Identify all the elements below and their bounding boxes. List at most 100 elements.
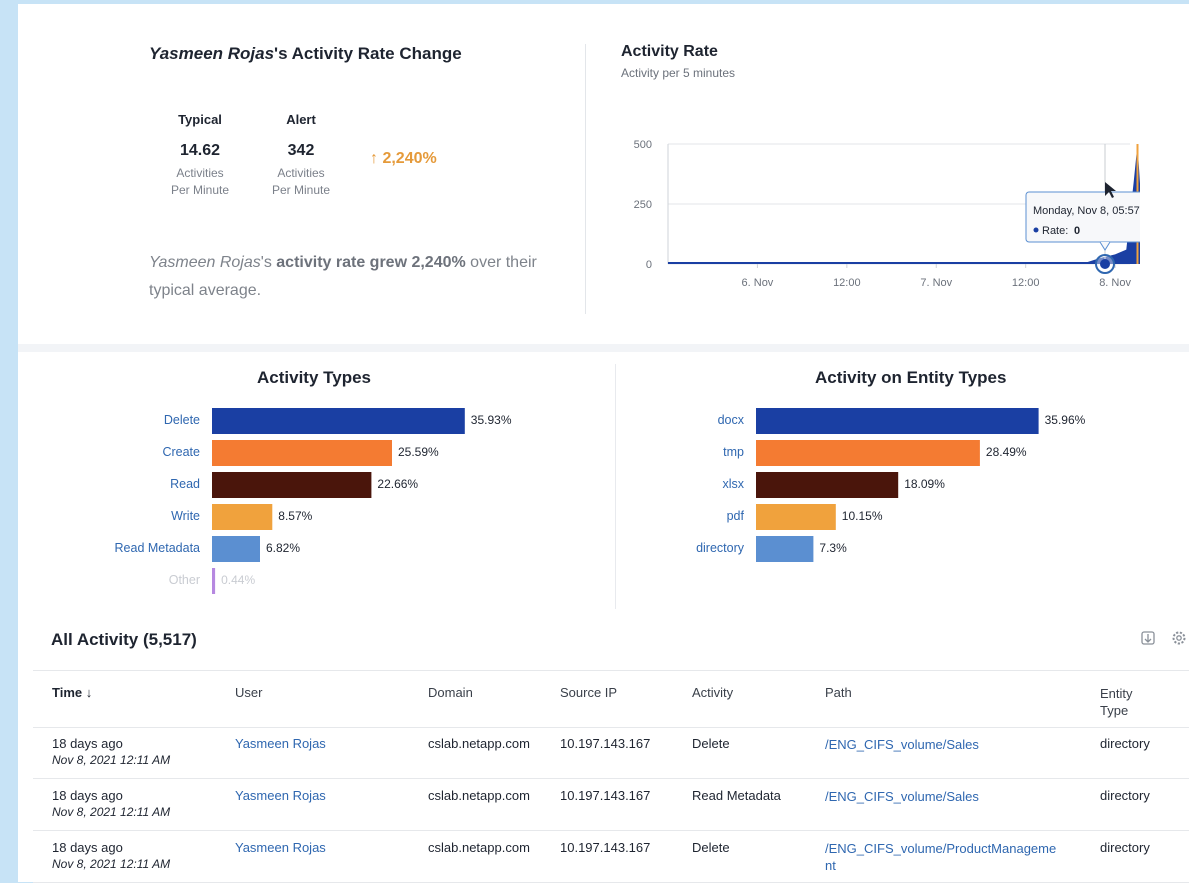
table-row[interactable]: 18 days ago Nov 8, 2021 12:11 AM Yasmeen R… <box>33 726 1189 779</box>
activity-rate-chart[interactable]: 0250500 6. Nov12:007. Nov12:008. Nov12:0… <box>600 124 1140 304</box>
path-link[interactable]: /ENG_CIFS_volume/ProductManagement <box>825 840 1085 874</box>
activity-cell: Delete <box>692 840 730 855</box>
bar-value-label: 7.3% <box>819 541 847 555</box>
typical-stat: Typical 14.62 Activities Per Minute <box>150 112 250 199</box>
summary-suffix: 's <box>260 254 272 271</box>
tooltip-date: Monday, Nov 8, 05:57 <box>1033 205 1140 217</box>
bar-value-label: 6.82% <box>266 541 300 555</box>
time-relative: 18 days ago <box>52 788 123 803</box>
bar-value-label: 10.15% <box>842 509 883 523</box>
entity-type-cell: directory <box>1100 840 1150 855</box>
bar-value-label: 35.93% <box>471 413 512 427</box>
bar-value-label: 35.96% <box>1045 413 1086 427</box>
bar-category-label[interactable]: tmp <box>723 445 744 459</box>
rate-change-percent: ↑ 2,240% <box>370 150 437 167</box>
header-source-ip[interactable]: Source IP <box>560 685 617 700</box>
time-cell: 18 days ago Nov 8, 2021 12:11 AM <box>52 840 170 871</box>
bar <box>212 440 392 466</box>
header-entity-type-line2: Type <box>1100 703 1129 718</box>
alert-value: 342 <box>287 142 315 159</box>
bar-value-label: 0.44% <box>221 573 255 587</box>
bar-category-label[interactable]: Read <box>170 477 200 491</box>
bar <box>212 536 260 562</box>
source-ip-cell: 10.197.143.167 <box>560 736 651 751</box>
path-line: /ENG_CIFS_volume/Sales <box>825 737 979 752</box>
x-tick-label: 12:00 <box>833 277 861 289</box>
export-icon[interactable] <box>1139 630 1157 648</box>
activity-rate-title: Activity Rate <box>621 43 718 60</box>
x-tick-label: 12:00 <box>1012 277 1040 289</box>
activity-types-title: Activity Types <box>257 368 372 387</box>
bar-category-label[interactable]: Other <box>169 573 200 587</box>
path-line: /ENG_CIFS_volume/ProductManageme <box>825 841 1057 856</box>
table-row[interactable]: 18 days ago Nov 8, 2021 12:11 AM Yasmeen R… <box>33 830 1189 883</box>
bar-category-label[interactable]: xlsx <box>722 477 744 491</box>
x-tick-label: 6. Nov <box>742 277 774 289</box>
time-relative: 18 days ago <box>52 736 123 751</box>
user-link[interactable]: Yasmeen Rojas <box>235 788 326 803</box>
time-absolute: Nov 8, 2021 12:11 AM <box>52 753 171 767</box>
bar-value-label: 8.57% <box>278 509 312 523</box>
time-relative: 18 days ago <box>52 840 123 855</box>
rate-tooltip: Monday, Nov 8, 05:57 Rate: 0 <box>1025 191 1140 251</box>
user-link[interactable]: Yasmeen Rojas <box>235 736 326 751</box>
header-entity-type-line1: Entity <box>1100 686 1133 701</box>
bar-category-label[interactable]: directory <box>696 541 745 555</box>
activity-cell: Read Metadata <box>692 788 781 803</box>
all-activity-title: All Activity (5,517) <box>51 630 197 649</box>
section-divider <box>18 344 1189 352</box>
header-activity[interactable]: Activity <box>692 685 733 700</box>
tooltip-rate-label: Rate: <box>1042 225 1068 237</box>
user-link[interactable]: Yasmeen Rojas <box>235 840 326 855</box>
time-absolute: Nov 8, 2021 12:11 AM <box>52 805 171 819</box>
domain-cell: cslab.netapp.com <box>428 736 530 751</box>
summary-bold: activity rate grew 2,240% <box>276 254 466 271</box>
activity-rate-subtitle: Activity per 5 minutes <box>621 66 736 80</box>
hover-point-core <box>1100 259 1110 269</box>
domain-cell: cslab.netapp.com <box>428 840 530 855</box>
rate-change-summary: Yasmeen Rojas's activity rate grew 2,240… <box>149 249 569 305</box>
y-tick-label: 250 <box>634 199 652 211</box>
path-link[interactable]: /ENG_CIFS_volume/Sales <box>825 788 1085 805</box>
header-time[interactable]: Time ↓ <box>52 685 92 700</box>
path-link[interactable]: /ENG_CIFS_volume/Sales <box>825 736 1085 753</box>
header-path[interactable]: Path <box>825 685 852 700</box>
activity-types-chart: Delete 35.93% Create 25.59% Read 22.66% Write 8… <box>115 408 512 594</box>
tooltip-rate-value: 0 <box>1074 225 1080 237</box>
bar <box>756 472 899 498</box>
bar-value-label: 25.59% <box>398 445 439 459</box>
typical-value: 14.62 <box>179 142 221 159</box>
entity-types-chart: docx 35.96% tmp 28.49% xlsx 18.09% pdf 10.15% di… <box>696 408 1086 562</box>
bar-category-label[interactable]: Write <box>171 509 200 523</box>
header-entity-type[interactable]: Entity Type <box>1100 685 1133 719</box>
time-cell: 18 days ago Nov 8, 2021 12:11 AM <box>52 736 170 767</box>
y-tick-label: 500 <box>634 139 652 151</box>
bar <box>212 472 372 498</box>
bar-value-label: 18.09% <box>904 477 945 491</box>
bar-category-label[interactable]: pdf <box>727 509 745 523</box>
header-user[interactable]: User <box>235 685 262 700</box>
bar-category-label[interactable]: Read Metadata <box>115 541 201 555</box>
table-row[interactable]: 18 days ago Nov 8, 2021 12:11 AM Yasmeen R… <box>33 778 1189 831</box>
bar-category-label[interactable]: Create <box>162 445 200 459</box>
path-line: /ENG_CIFS_volume/Sales <box>825 789 979 804</box>
header-domain[interactable]: Domain <box>428 685 473 700</box>
page: Yasmeen Rojas's Activity Rate Change Typ… <box>18 4 1189 883</box>
path-line: nt <box>825 858 836 873</box>
typical-label: Typical <box>178 112 222 127</box>
time-absolute: Nov 8, 2021 12:11 AM <box>52 857 171 871</box>
bar <box>212 408 465 434</box>
gear-icon[interactable] <box>1170 630 1188 648</box>
entity-types-title: Activity on Entity Types <box>815 368 1007 387</box>
bar-category-label[interactable]: Delete <box>164 413 200 427</box>
y-tick-label: 0 <box>646 259 652 271</box>
title-suffix: 's Activity Rate Change <box>274 44 462 63</box>
panel-divider <box>585 44 586 314</box>
source-ip-cell: 10.197.143.167 <box>560 840 651 855</box>
user-name: Yasmeen Rojas <box>149 44 275 63</box>
summary-user: Yasmeen Rojas <box>149 254 261 271</box>
tooltip-series-dot <box>1033 227 1039 233</box>
bar <box>212 504 273 530</box>
bar-category-label[interactable]: docx <box>718 413 745 427</box>
x-tick-label: 7. Nov <box>920 277 952 289</box>
